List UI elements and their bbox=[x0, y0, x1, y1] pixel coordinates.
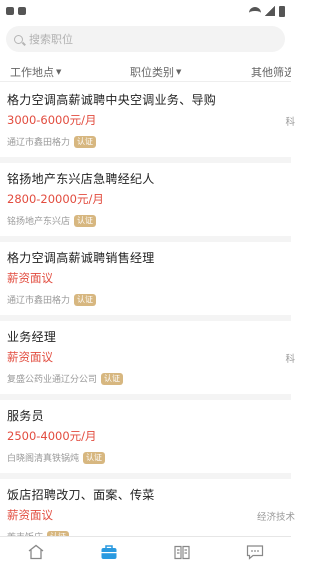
job-side-text: 经济技术 bbox=[256, 512, 295, 523]
job-item[interactable]: 服务员 2500-4000元/月 白晓阁清真铁锅炖 认证 bbox=[0, 400, 291, 479]
job-company: 铭扬地产东兴店 认证 bbox=[7, 214, 97, 227]
job-list: 格力空调高薪诚聘中央空调业务、导购 3000-6000元/月 科 通辽市鑫田格力… bbox=[0, 84, 295, 558]
filter-label: 职位类别 bbox=[130, 66, 174, 79]
job-item[interactable]: 业务经理 薪资面议 科 复盛公药业通辽分公司 认证 bbox=[0, 321, 295, 400]
job-company: 通辽市鑫田格力 认证 bbox=[7, 135, 97, 148]
chat-icon bbox=[246, 544, 263, 560]
company-name: 复盛公药业通辽分公司 bbox=[7, 375, 98, 385]
job-company: 白晓阁清真铁锅炖 认证 bbox=[7, 451, 106, 464]
search-icon bbox=[14, 34, 23, 44]
status-bar bbox=[0, 0, 291, 22]
filter-bar: 工作地点 ▼ 职位类别 ▼ 其他筛选 bbox=[0, 58, 291, 82]
job-salary: 3000-6000元/月 bbox=[7, 113, 97, 127]
filter-category[interactable]: 职位类别 ▼ bbox=[130, 64, 181, 80]
signal-icon bbox=[265, 6, 275, 16]
caret-down-icon: ▼ bbox=[176, 68, 182, 76]
job-title: 铭扬地产东兴店急聘经纪人 bbox=[7, 172, 155, 186]
filter-label: 工作地点 bbox=[10, 66, 54, 79]
company-name: 铭扬地产东兴店 bbox=[7, 217, 71, 227]
search-bar[interactable] bbox=[6, 26, 285, 52]
job-title: 服务员 bbox=[7, 409, 44, 423]
filter-other[interactable]: 其他筛选 bbox=[251, 64, 291, 80]
job-salary: 薪资面议 bbox=[7, 271, 53, 285]
notification-icon bbox=[18, 7, 26, 15]
tab-home[interactable] bbox=[21, 540, 51, 564]
job-title: 格力空调高薪诚聘中央空调业务、导购 bbox=[7, 93, 217, 107]
notification-icon bbox=[6, 7, 14, 15]
wifi-icon bbox=[249, 6, 261, 16]
verified-badge: 认证 bbox=[74, 135, 97, 148]
book-icon bbox=[174, 545, 190, 559]
battery-icon bbox=[279, 5, 285, 17]
home-icon bbox=[28, 544, 44, 559]
job-side-text: 科 bbox=[285, 354, 295, 365]
tab-jobs[interactable] bbox=[94, 540, 124, 564]
bottom-tab-bar bbox=[0, 536, 291, 566]
verified-badge: 认证 bbox=[83, 451, 106, 464]
job-salary: 2500-4000元/月 bbox=[7, 429, 97, 443]
job-item[interactable]: 格力空调高薪诚聘销售经理 薪资面议 通辽市鑫田格力 认证 bbox=[0, 242, 291, 321]
job-title: 格力空调高薪诚聘销售经理 bbox=[7, 251, 155, 265]
filter-label: 其他筛选 bbox=[251, 66, 291, 79]
verified-badge: 认证 bbox=[74, 214, 97, 227]
tab-resume[interactable] bbox=[167, 540, 197, 564]
job-item[interactable]: 格力空调高薪诚聘中央空调业务、导购 3000-6000元/月 科 通辽市鑫田格力… bbox=[0, 84, 295, 163]
job-salary: 薪资面议 bbox=[7, 350, 53, 364]
verified-badge: 认证 bbox=[74, 293, 97, 306]
job-side-text: 科 bbox=[285, 117, 295, 128]
job-item[interactable]: 铭扬地产东兴店急聘经纪人 2800-20000元/月 铭扬地产东兴店 认证 bbox=[0, 163, 291, 242]
job-salary: 薪资面议 bbox=[7, 508, 53, 522]
job-title: 饭店招聘改刀、面案、传菜 bbox=[7, 488, 155, 502]
caret-down-icon: ▼ bbox=[56, 68, 62, 76]
company-name: 通辽市鑫田格力 bbox=[7, 138, 71, 148]
search-input[interactable] bbox=[29, 32, 249, 46]
job-company: 通辽市鑫田格力 认证 bbox=[7, 293, 97, 306]
filter-location[interactable]: 工作地点 ▼ bbox=[10, 64, 61, 80]
job-company: 复盛公药业通辽分公司 认证 bbox=[7, 372, 124, 385]
verified-badge: 认证 bbox=[101, 372, 124, 385]
tab-messages[interactable] bbox=[240, 540, 270, 564]
job-salary: 2800-20000元/月 bbox=[7, 192, 104, 206]
company-name: 通辽市鑫田格力 bbox=[7, 296, 71, 306]
job-title: 业务经理 bbox=[7, 330, 57, 344]
briefcase-icon bbox=[101, 544, 117, 559]
company-name: 白晓阁清真铁锅炖 bbox=[7, 454, 80, 464]
